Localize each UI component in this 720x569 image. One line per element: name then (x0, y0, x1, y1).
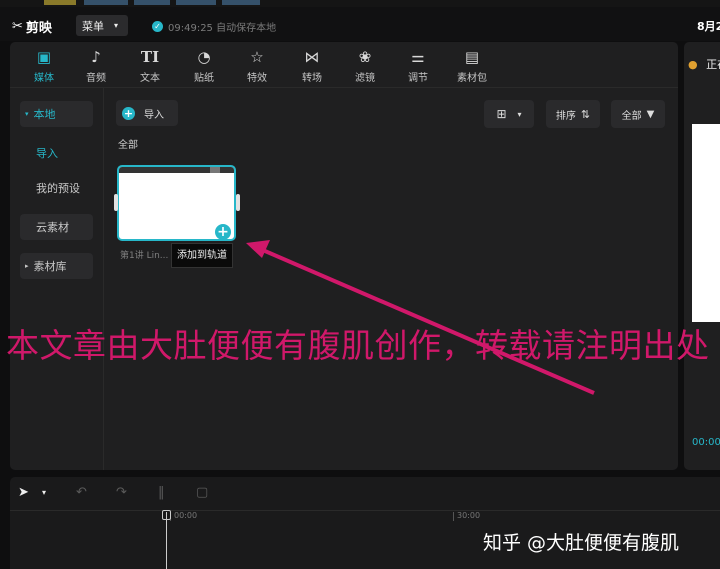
thumbnail-handle-right[interactable] (236, 194, 240, 211)
media-file-name: 第1讲 Lin... (120, 251, 169, 261)
sidebar-item-label: 我的预设 (36, 182, 80, 195)
plus-circle-icon: + (122, 106, 135, 120)
tab-package[interactable]: ▤ 素材包 (450, 47, 494, 84)
select-cursor-icon[interactable]: ➤ (18, 485, 29, 500)
sticker-icon: ◔ (197, 48, 211, 66)
app-window: ✂ 剪映 菜单 ▾ ✓ 09:49:25 自动保存本地 8月2 ▣ 媒体 ♪ 音… (0, 0, 720, 569)
tab-label: 特效 (247, 73, 267, 84)
menu-label: 菜单 (82, 19, 104, 33)
filter-label: 全部 (621, 110, 642, 122)
playhead[interactable] (166, 512, 167, 569)
tab-label: 滤镜 (355, 73, 375, 84)
import-button[interactable]: + 导入 (116, 100, 178, 126)
view-mode-button[interactable]: ⊞ ▾ (484, 100, 534, 128)
timeline-ruler: 00:00 30:00 (10, 511, 720, 529)
tab-effects[interactable]: ☆ 特效 (235, 47, 279, 84)
section-label: 全部 (118, 140, 138, 151)
player-title-text: 正在 (706, 58, 720, 71)
status-dot-icon: ● (688, 58, 698, 71)
package-icon: ▤ (464, 48, 480, 66)
player-preview[interactable] (692, 124, 720, 322)
sidebar-item-local[interactable]: ▾ 本地 (20, 101, 93, 127)
sort-button[interactable]: 排序 ⇅ (546, 100, 600, 128)
tab-label: 转场 (302, 73, 322, 84)
os-taskbar-strip (0, 0, 720, 7)
tab-label: 音频 (86, 73, 106, 84)
delete-icon[interactable]: ▢ (196, 485, 208, 500)
zhihu-signature: 知乎 @大肚便便有腹肌 (483, 532, 680, 554)
adjust-sliders-icon: ⚌ (411, 48, 425, 66)
menu-button[interactable]: 菜单 ▾ (76, 15, 128, 36)
sidebar-item-import[interactable]: 导入 (20, 140, 93, 166)
check-circle-icon: ✓ (152, 21, 163, 32)
sidebar-item-label: 云素材 (36, 221, 69, 234)
tab-label: 贴纸 (194, 73, 214, 84)
tab-filter[interactable]: ❀ 滤镜 (343, 47, 387, 84)
media-play-icon: ▣ (36, 48, 52, 66)
tab-label: 媒体 (34, 73, 54, 84)
capcut-logo-icon: ✂ (12, 19, 23, 34)
undo-icon[interactable]: ↶ (76, 485, 87, 500)
sidebar-item-label: 素材库 (33, 260, 67, 273)
app-logo: ✂ 剪映 (12, 17, 52, 36)
chevron-down-icon: ▾ (114, 21, 119, 30)
tab-media[interactable]: ▣ 媒体 (22, 47, 66, 84)
timeline-toolbar: ➤ ▾ ↶ ↷ ‖ ▢ (10, 477, 720, 511)
sidebar-item-library[interactable]: ▸ 素材库 (20, 253, 93, 279)
tab-label: 文本 (140, 73, 160, 84)
grid-view-icon: ⊞ (496, 107, 507, 121)
tab-label: 素材包 (457, 73, 487, 84)
tab-audio[interactable]: ♪ 音频 (74, 47, 118, 84)
tab-transition[interactable]: ⋈ 转场 (290, 47, 334, 84)
filter-circles-icon: ❀ (358, 48, 372, 66)
split-icon[interactable]: ‖ (158, 485, 165, 500)
chevron-down-icon: ▾ (517, 109, 522, 119)
tab-label: 调节 (408, 73, 428, 84)
filter-funnel-icon: ▼ (646, 108, 655, 120)
autosave-status: ✓ 09:49:25 自动保存本地 (152, 19, 276, 34)
player-title: ● 正在 (688, 56, 720, 72)
transition-bowtie-icon: ⋈ (304, 48, 320, 66)
tab-text[interactable]: TI 文本 (128, 47, 172, 84)
sort-label: 排序 (555, 110, 576, 122)
thumbnail-handle-left[interactable] (114, 194, 118, 211)
tab-adjust[interactable]: ⚌ 调节 (396, 47, 440, 84)
filter-all-button[interactable]: 全部 ▼ (611, 100, 665, 128)
player-timecode: 00:00 (692, 437, 720, 448)
ruler-tick (453, 512, 454, 521)
sidebar-item-label: 本地 (33, 108, 56, 121)
chevron-down-icon[interactable]: ▾ (42, 488, 46, 497)
title-bar: ✂ 剪映 菜单 ▾ ✓ 09:49:25 自动保存本地 8月2 (0, 7, 720, 41)
timeline-panel: ➤ ▾ ↶ ↷ ‖ ▢ 00:00 30:00 (10, 477, 720, 569)
thumbnail-tab-mark (210, 167, 220, 173)
add-to-track-button[interactable]: + (215, 224, 231, 240)
sidebar-item-my-presets[interactable]: 我的预设 (20, 175, 93, 201)
sort-icon: ⇅ (580, 107, 591, 121)
add-to-track-tooltip: 添加到轨道 (171, 243, 233, 268)
caret-right-icon: ▸ (25, 262, 29, 270)
redo-icon[interactable]: ↷ (116, 485, 127, 500)
audio-note-icon: ♪ (91, 48, 101, 66)
media-sidebar: ▾ 本地 导入 我的预设 云素材 ▸ 素材库 (10, 88, 104, 470)
resource-tabs: ▣ 媒体 ♪ 音频 TI 文本 ◔ 贴纸 ☆ 特效 ⋈ 转场 ❀ 滤镜 ⚌ 调节… (10, 42, 678, 88)
tab-sticker[interactable]: ◔ 贴纸 (182, 47, 226, 84)
text-tt-icon: TI (140, 48, 160, 66)
ruler-label: 30:00 (457, 511, 481, 520)
effects-star-icon: ☆ (250, 48, 264, 66)
app-name: 剪映 (25, 21, 52, 36)
sidebar-item-label: 导入 (36, 147, 58, 160)
import-label: 导入 (144, 109, 164, 121)
player-panel: ● 正在 00:00 (684, 42, 720, 470)
project-date: 8月2 (697, 20, 720, 33)
sidebar-item-cloud[interactable]: 云素材 (20, 214, 93, 240)
copyright-watermark: 本文章由大肚便便有腹肌创作，转载请注明出处 (6, 326, 710, 365)
ruler-label: 00:00 (174, 511, 198, 520)
caret-down-icon: ▾ (25, 110, 29, 118)
autosave-text: 09:49:25 自动保存本地 (168, 23, 277, 34)
media-panel: ▣ 媒体 ♪ 音频 TI 文本 ◔ 贴纸 ☆ 特效 ⋈ 转场 ❀ 滤镜 ⚌ 调节… (10, 42, 678, 470)
